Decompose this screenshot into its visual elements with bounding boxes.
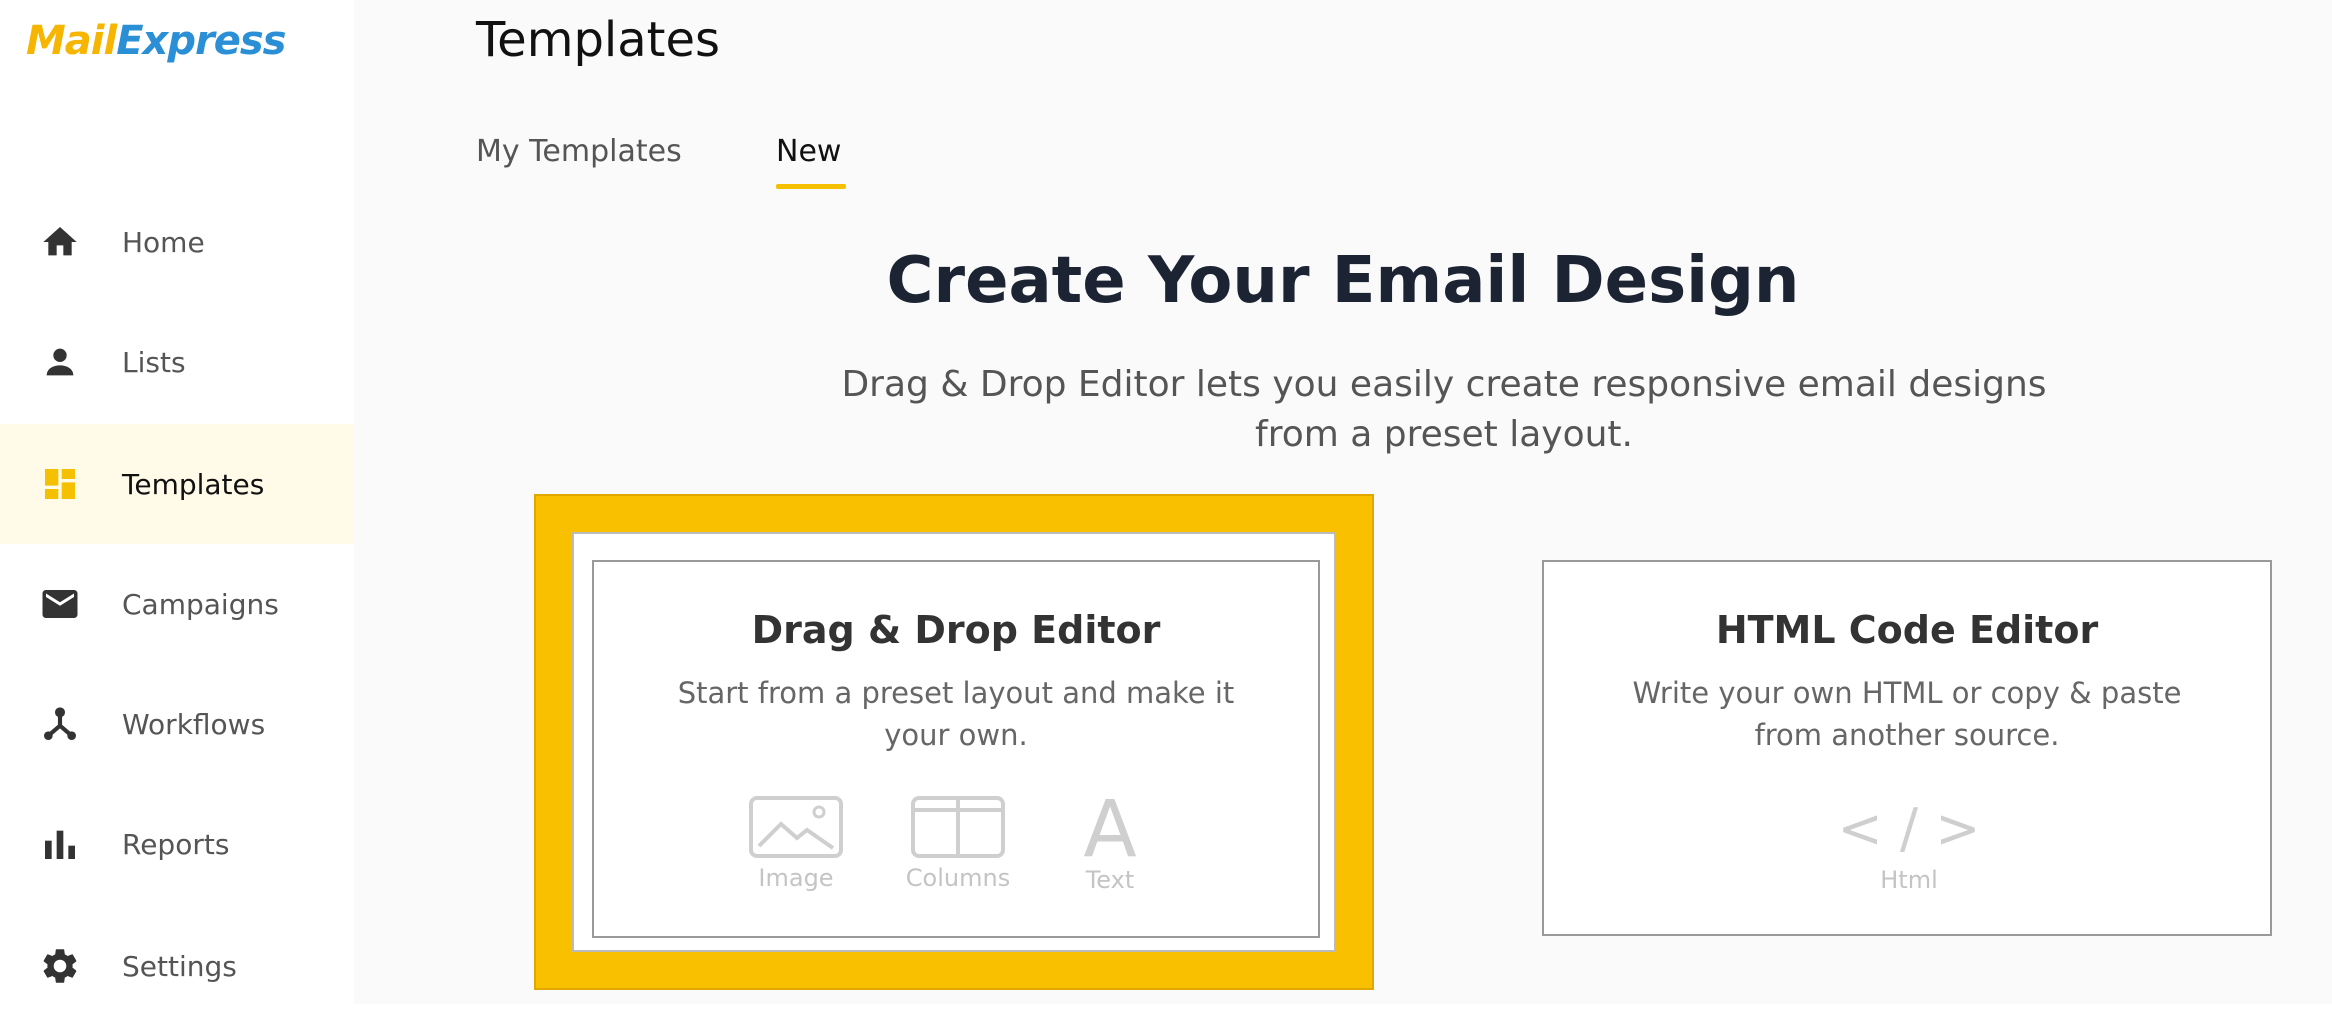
- card-description-line: Start from a preset layout and make it: [677, 676, 1235, 710]
- card-description-line: from another source.: [1754, 718, 2060, 752]
- card-description: Start from a preset layout and make it y…: [654, 672, 1258, 756]
- person-icon: [38, 340, 82, 384]
- columns-icon: [911, 796, 1005, 858]
- sidebar-item-label: Reports: [122, 827, 230, 861]
- home-icon: [38, 220, 82, 264]
- card-description-line: your own.: [884, 718, 1028, 752]
- card-title: Drag & Drop Editor: [751, 608, 1161, 652]
- card-description-line: Write your own HTML or copy & paste: [1632, 676, 2182, 710]
- main-subheading: Drag & Drop Editor lets you easily creat…: [794, 360, 2094, 460]
- card-description: Write your own HTML or copy & paste from…: [1604, 672, 2210, 756]
- sidebar: MailExpress Home Lists Templates Campaig…: [0, 0, 354, 1004]
- sidebar-item-templates[interactable]: Templates: [0, 424, 354, 544]
- active-tab-indicator: [776, 184, 846, 189]
- feature-columns: Columns: [898, 796, 1018, 892]
- dashboard-icon: [38, 462, 82, 506]
- sidebar-item-campaigns[interactable]: Campaigns: [0, 544, 354, 664]
- tab-new[interactable]: New: [776, 134, 841, 169]
- feature-label: Html: [1880, 866, 1938, 894]
- sidebar-item-label: Workflows: [122, 707, 266, 741]
- sidebar-item-home[interactable]: Home: [0, 182, 354, 302]
- code-icon: < / >: [1837, 797, 1981, 860]
- feature-html: < / > Html: [1809, 796, 2009, 894]
- gear-icon: [38, 944, 82, 988]
- sidebar-item-label: Lists: [122, 345, 186, 379]
- sidebar-item-label: Campaigns: [122, 587, 279, 621]
- mail-icon: [38, 582, 82, 626]
- sidebar-item-label: Templates: [122, 467, 265, 501]
- feature-label: Columns: [905, 864, 1011, 892]
- sidebar-item-lists[interactable]: Lists: [0, 302, 354, 422]
- sidebar-item-label: Settings: [122, 949, 237, 983]
- card-title: HTML Code Editor: [1715, 608, 2099, 652]
- logo-text-mail: Mail: [26, 18, 117, 64]
- subheading-line: from a preset layout.: [1255, 414, 1633, 455]
- feature-text: A Text: [1050, 785, 1170, 894]
- sidebar-item-workflows[interactable]: Workflows: [0, 664, 354, 784]
- sidebar-item-label: Home: [122, 225, 205, 259]
- drag-drop-editor-card[interactable]: Drag & Drop Editor Start from a preset l…: [592, 560, 1320, 938]
- image-icon: [749, 796, 843, 858]
- feature-label: Image: [758, 864, 834, 892]
- subheading-line: Drag & Drop Editor lets you easily creat…: [841, 364, 2047, 405]
- feature-label: Text: [1085, 866, 1135, 894]
- page-title: Templates: [476, 12, 721, 68]
- sidebar-item-reports[interactable]: Reports: [0, 784, 354, 904]
- main-content: Templates My Templates New Create Your E…: [354, 0, 2332, 1004]
- feature-image: Image: [736, 796, 856, 892]
- text-icon: A: [1083, 785, 1137, 875]
- logo-text-express: Express: [116, 18, 286, 64]
- html-code-editor-card[interactable]: HTML Code Editor Write your own HTML or …: [1542, 560, 2272, 936]
- sidebar-item-settings[interactable]: Settings: [0, 906, 354, 1026]
- brand-logo[interactable]: MailExpress: [26, 18, 286, 64]
- tab-my-templates[interactable]: My Templates: [476, 134, 682, 169]
- bar-chart-icon: [38, 822, 82, 866]
- workflow-icon: [38, 702, 82, 746]
- main-heading: Create Your Email Design: [886, 244, 1800, 318]
